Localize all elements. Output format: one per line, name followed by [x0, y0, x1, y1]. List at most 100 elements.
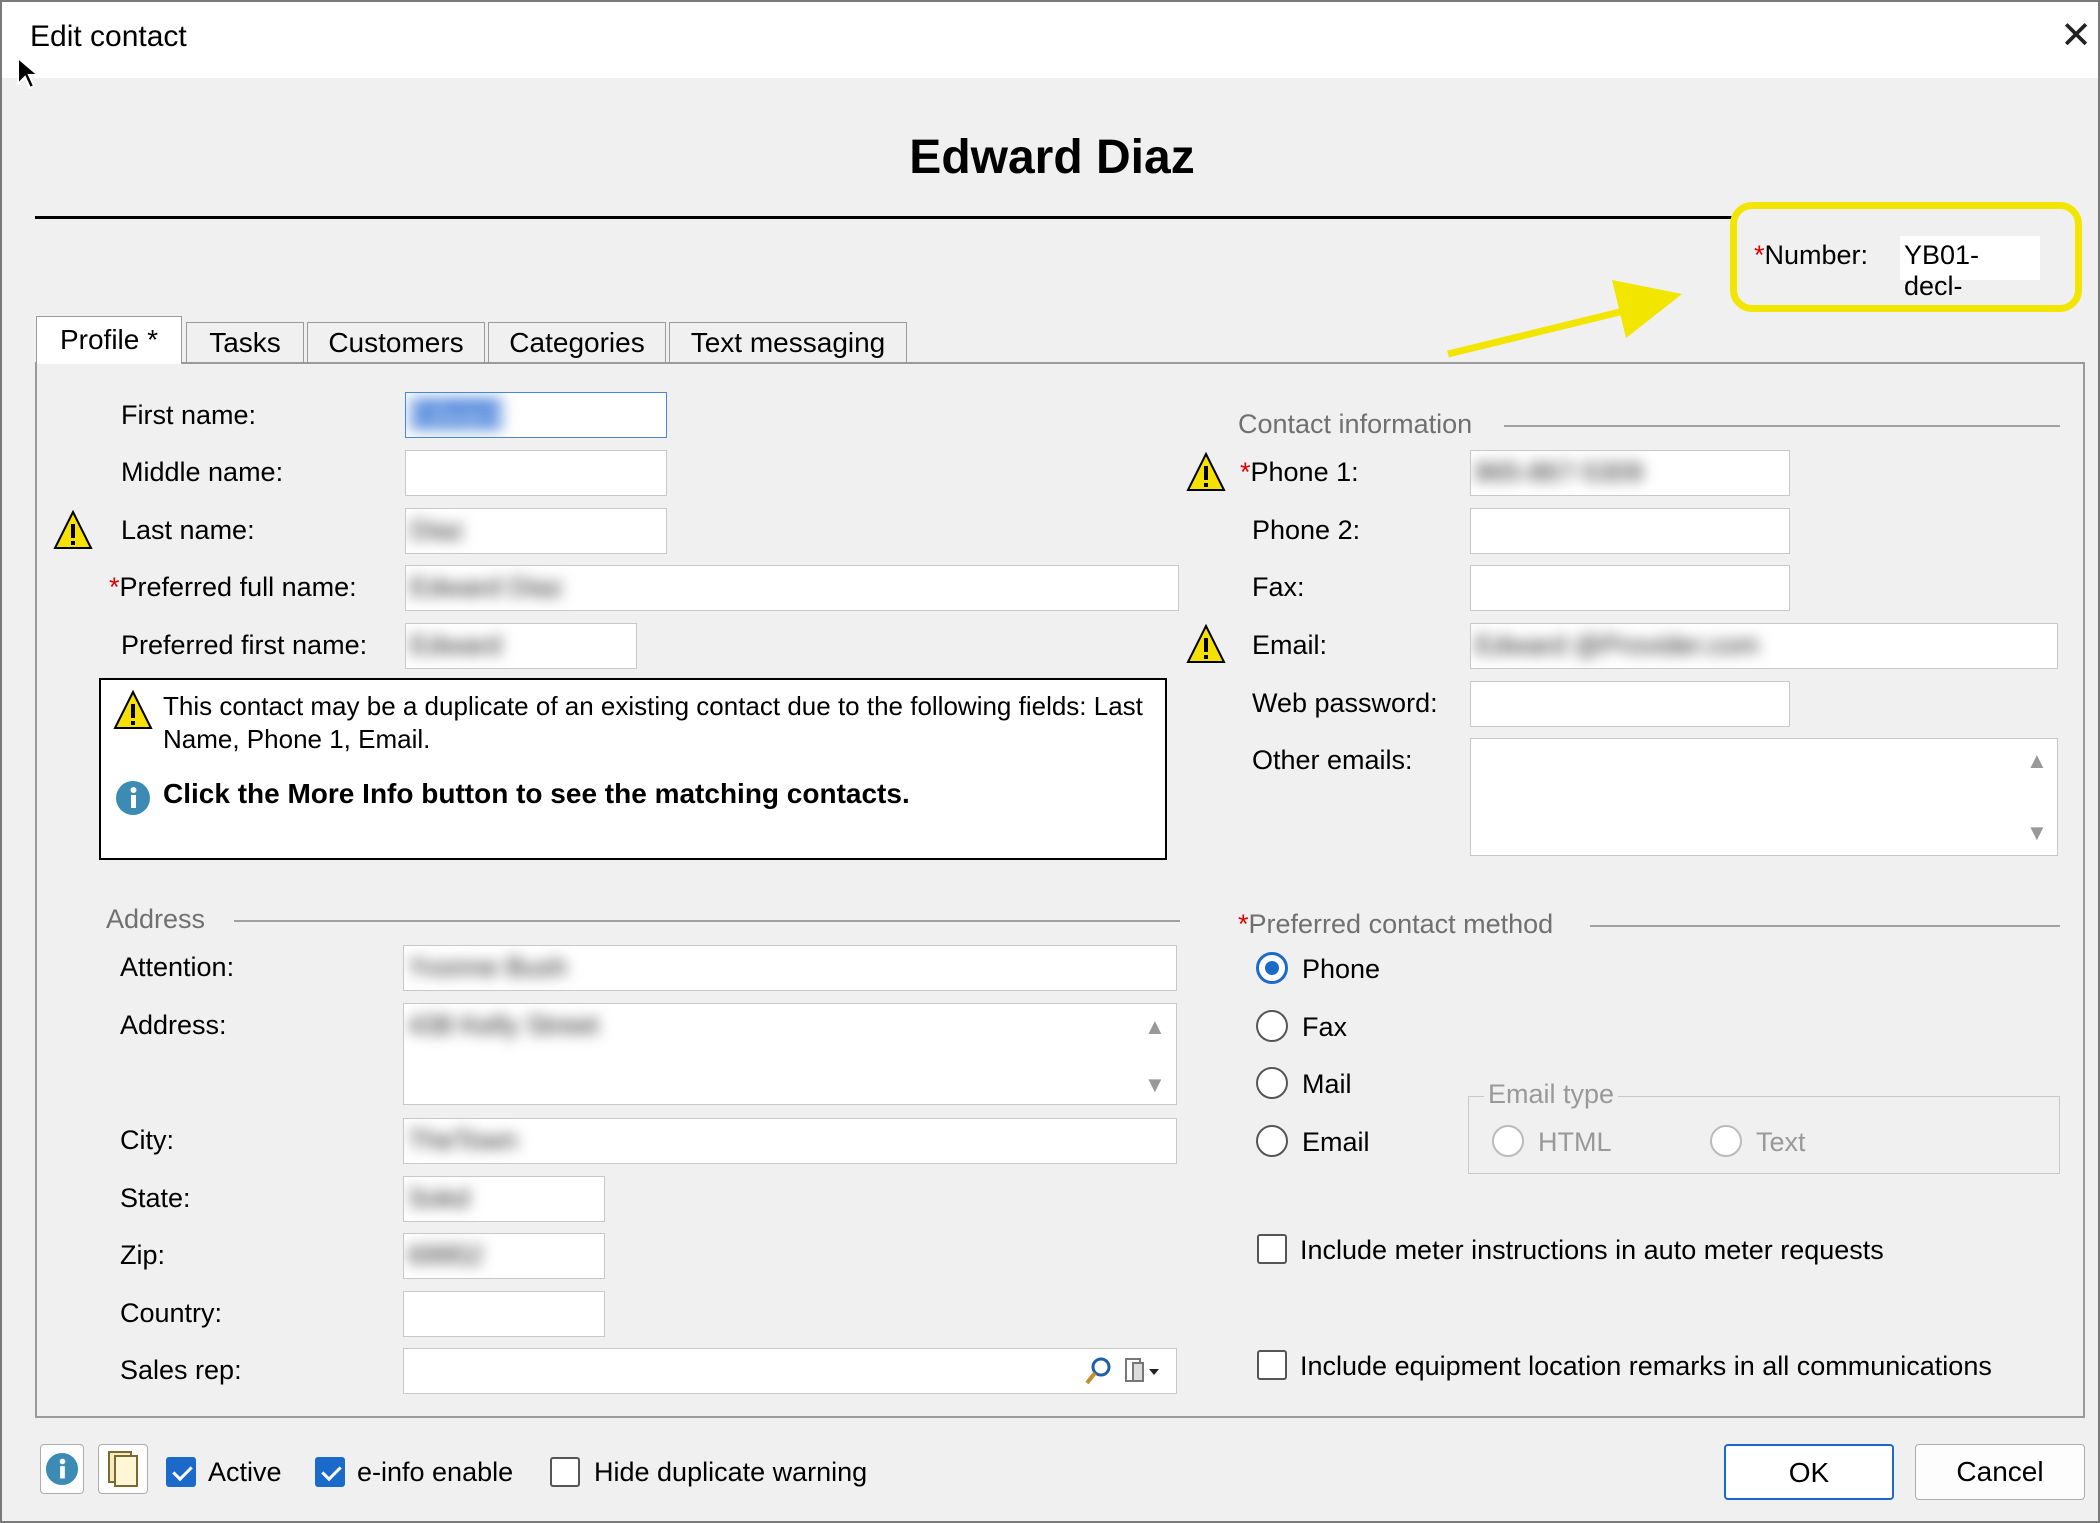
first-name-label: First name: — [121, 400, 257, 430]
hide-duplicate-label: Hide duplicate warning — [594, 1457, 868, 1487]
attention-field[interactable]: Yvonne Bush — [403, 945, 1177, 991]
city-field[interactable]: TheTown — [403, 1118, 1177, 1164]
middle-name-field[interactable] — [405, 450, 667, 496]
tab-tasks[interactable]: Tasks — [186, 322, 304, 362]
phone1-warning-icon — [1186, 452, 1226, 491]
zip-field[interactable]: 69952 — [403, 1233, 605, 1279]
radio-email-html-label: HTML — [1538, 1127, 1612, 1157]
contact-heading: Edward Diaz — [909, 131, 1195, 184]
preferred-method-section-label: *Preferred contact method — [1238, 909, 1554, 939]
radio-fax[interactable] — [1256, 1010, 1288, 1042]
einfo-checkbox[interactable] — [315, 1457, 345, 1487]
ok-button[interactable]: OK — [1724, 1444, 1894, 1500]
contact-info-divider — [1504, 425, 2060, 427]
heading-divider — [35, 216, 1735, 219]
radio-mail[interactable] — [1256, 1067, 1288, 1099]
web-password-label: Web password: — [1252, 688, 1438, 718]
sales-rep-menu-icon[interactable] — [1124, 1356, 1164, 1386]
email-field[interactable]: Edward @Provider.com — [1470, 623, 2058, 669]
einfo-label: e-info enable — [357, 1457, 514, 1487]
first-name-field[interactable]: Edward — [405, 392, 667, 438]
number-label: *Number: — [1754, 240, 1869, 270]
cancel-button[interactable]: Cancel — [1915, 1444, 2085, 1500]
country-label: Country: — [120, 1298, 223, 1328]
radio-phone[interactable] — [1256, 952, 1288, 984]
equipment-remarks-checkbox[interactable] — [1257, 1350, 1287, 1380]
radio-mail-label: Mail — [1302, 1069, 1352, 1099]
address-label: Address: — [120, 1010, 227, 1040]
other-emails-field[interactable] — [1470, 738, 2058, 856]
title-bar: Edit contact ✕ — [2, 2, 2098, 78]
address-scroll-up-icon[interactable]: ▲ — [1144, 1014, 1166, 1040]
radio-email[interactable] — [1256, 1125, 1288, 1157]
sales-rep-label: Sales rep: — [120, 1355, 242, 1385]
country-field[interactable] — [403, 1291, 605, 1337]
preferred-method-divider — [1590, 925, 2060, 927]
other-emails-scroll-up-icon[interactable]: ▲ — [2026, 748, 2048, 774]
preferred-first-name-field[interactable]: Edward — [405, 623, 637, 669]
info-button-icon — [45, 1452, 79, 1486]
hide-duplicate-checkbox[interactable] — [550, 1457, 580, 1487]
last-name-warning-icon — [53, 510, 93, 549]
more-info-button[interactable] — [40, 1444, 84, 1494]
preferred-full-name-field[interactable]: Edward Diaz — [405, 565, 1179, 611]
window-title: Edit contact — [30, 20, 187, 53]
close-icon[interactable]: ✕ — [2054, 16, 2098, 60]
middle-name-label: Middle name: — [121, 457, 284, 487]
phone1-field[interactable]: 865-867-5309 — [1470, 450, 1790, 496]
city-label: City: — [120, 1125, 174, 1155]
email-label: Email: — [1252, 630, 1328, 660]
equipment-remarks-label: Include equipment location remarks in al… — [1300, 1351, 1992, 1381]
duplicate-warning-icon — [113, 690, 153, 729]
radio-email-label: Email — [1302, 1127, 1370, 1157]
duplicate-warning-text: This contact may be a duplicate of an ex… — [163, 691, 1143, 754]
duplicate-warning-box: This contact may be a duplicate of an ex… — [99, 678, 1167, 860]
radio-email-text-label: Text — [1756, 1127, 1806, 1157]
tab-customers[interactable]: Customers — [307, 322, 485, 362]
email-type-label: Email type — [1484, 1079, 1619, 1110]
tab-text-messaging[interactable]: Text messaging — [669, 322, 907, 362]
radio-phone-label: Phone — [1302, 954, 1381, 984]
mouse-cursor-icon — [17, 56, 40, 90]
tab-categories[interactable]: Categories — [488, 322, 666, 362]
sales-rep-field[interactable] — [403, 1348, 1177, 1394]
address-scroll-down-icon[interactable]: ▼ — [1144, 1072, 1166, 1098]
preferred-first-name-label: Preferred first name: — [121, 630, 368, 660]
address-field[interactable]: 438 Kelly Street — [403, 1003, 1177, 1105]
zip-label: Zip: — [120, 1240, 166, 1270]
notes-button[interactable] — [98, 1444, 148, 1494]
radio-email-html[interactable] — [1492, 1125, 1524, 1157]
notes-icon — [108, 1451, 138, 1487]
tab-profile[interactable]: Profile * — [36, 316, 182, 364]
radio-fax-label: Fax — [1302, 1012, 1348, 1042]
arrow-annotation-icon — [1447, 280, 1682, 358]
meter-instructions-label: Include meter instructions in auto meter… — [1300, 1235, 1884, 1265]
state-label: State: — [120, 1183, 191, 1213]
address-divider — [234, 920, 1180, 922]
contact-info-section-label: Contact information — [1238, 409, 1473, 439]
other-emails-scroll-down-icon[interactable]: ▼ — [2026, 820, 2048, 846]
active-checkbox[interactable] — [166, 1457, 196, 1487]
radio-email-text[interactable] — [1710, 1125, 1742, 1157]
last-name-label: Last name: — [121, 515, 255, 545]
search-icon[interactable] — [1084, 1356, 1114, 1386]
address-section-label: Address — [106, 904, 206, 934]
phone2-label: Phone 2: — [1252, 515, 1361, 545]
phone1-label: *Phone 1: — [1240, 457, 1359, 487]
other-emails-label: Other emails: — [1252, 745, 1413, 775]
email-warning-icon — [1186, 624, 1226, 663]
meter-instructions-checkbox[interactable] — [1257, 1234, 1287, 1264]
more-info-hint: Click the More Info button to see the ma… — [163, 778, 910, 809]
attention-label: Attention: — [120, 952, 235, 982]
fax-field[interactable] — [1470, 565, 1790, 611]
web-password-field[interactable] — [1470, 681, 1790, 727]
active-label: Active — [208, 1457, 282, 1487]
preferred-full-name-label: *Preferred full name: — [109, 572, 357, 602]
edit-contact-window: Edit contact ✕ Edward Diaz *Number: YB01… — [0, 0, 2100, 1523]
info-icon — [116, 781, 150, 815]
fax-label: Fax: — [1252, 572, 1305, 602]
last-name-field[interactable]: Diaz — [405, 508, 667, 554]
phone2-field[interactable] — [1470, 508, 1790, 554]
number-field[interactable]: YB01-decl- — [1900, 236, 2040, 301]
state-field[interactable]: Sokd — [403, 1176, 605, 1222]
